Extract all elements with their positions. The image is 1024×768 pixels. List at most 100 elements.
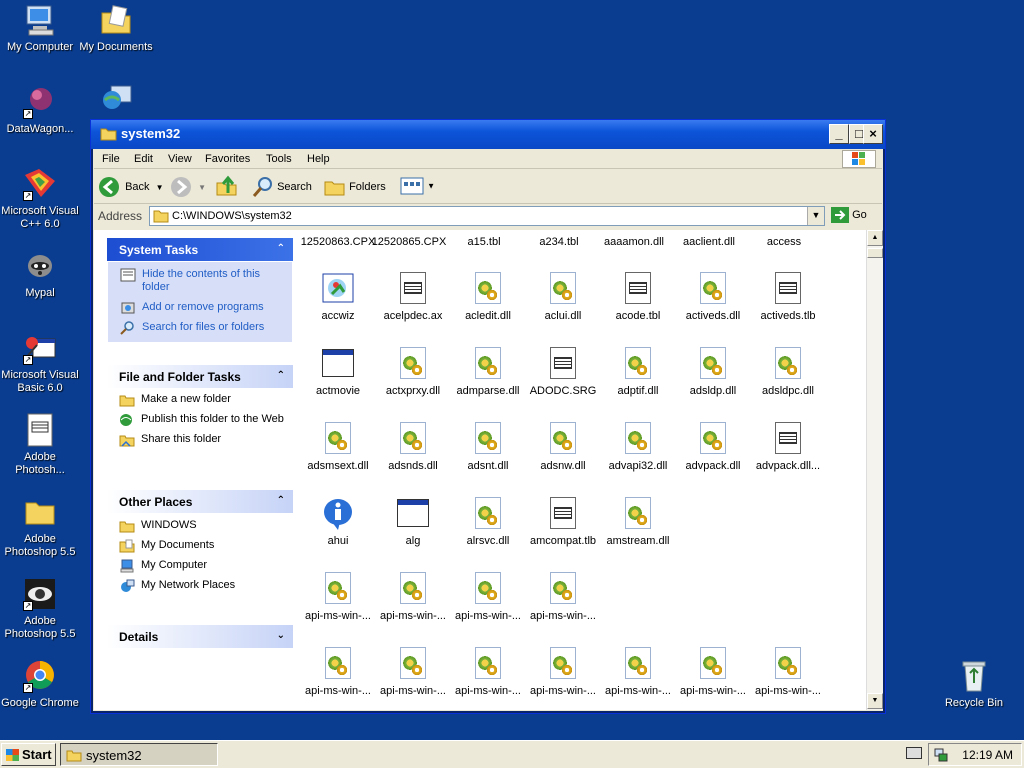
file-item[interactable]: acelpdec.ax [375, 272, 451, 322]
desktop-icon-visual-cpp[interactable]: ↗ Microsoft Visual C++ 6.0 [0, 167, 80, 231]
file-item[interactable]: 12520863.CPX [300, 236, 376, 248]
desktop-icon-photoshop[interactable]: ↗ Adobe Photoshop 5.5 [0, 577, 80, 641]
menu-help[interactable]: Help [307, 153, 330, 165]
search-button[interactable]: Search [252, 176, 312, 198]
file-item[interactable]: api-ms-win-... [300, 572, 376, 622]
place-my-documents[interactable]: My Documents [119, 539, 287, 553]
system-tasks-header[interactable]: System Tasks ⌃ [107, 238, 293, 261]
file-item[interactable]: activeds.tlb [750, 272, 826, 322]
file-item[interactable]: admparse.dll [450, 347, 526, 397]
close-button[interactable]: × [863, 124, 883, 144]
task-search-files[interactable]: Search for files or folders [120, 321, 286, 335]
file-item[interactable]: adptif.dll [600, 347, 676, 397]
scroll-thumb[interactable] [867, 248, 883, 258]
menu-favorites[interactable]: Favorites [205, 153, 250, 165]
address-input[interactable]: C:\WINDOWS\system32 ▼ [149, 206, 825, 226]
title-bar[interactable]: system32 _ □ × [91, 120, 885, 149]
collapse-icon[interactable]: ⌃ [277, 370, 285, 381]
file-item[interactable]: adsldpc.dll [750, 347, 826, 397]
go-button[interactable]: Go [831, 207, 867, 223]
file-item[interactable]: acode.tbl [600, 272, 676, 322]
start-button[interactable]: Start [1, 743, 56, 766]
place-windows[interactable]: WINDOWS [119, 519, 287, 533]
expand-icon[interactable]: ⌄ [277, 630, 285, 641]
file-item[interactable]: api-ms-win-... [375, 572, 451, 622]
clock[interactable]: 12:19 AM [962, 748, 1013, 762]
file-item[interactable]: alrsvc.dll [450, 497, 526, 547]
file-item[interactable]: amstream.dll [600, 497, 676, 547]
desktop-icon-visual-basic[interactable]: ↗ Microsoft Visual Basic 6.0 [0, 331, 80, 395]
file-item[interactable]: 12520865.CPX [371, 236, 447, 248]
file-item[interactable]: adsldp.dll [675, 347, 751, 397]
file-item[interactable]: api-ms-win-... [450, 647, 526, 697]
file-item[interactable]: a15.tbl [446, 236, 522, 248]
file-item[interactable]: aaaamon.dll [596, 236, 672, 248]
desktop-icon-my-documents[interactable]: My Documents [76, 3, 156, 54]
taskbar-app-system32[interactable]: system32 [60, 743, 218, 766]
file-item[interactable]: amcompat.tlb [525, 497, 601, 547]
file-item[interactable]: ahui [300, 497, 376, 547]
desktop-icon-mypal[interactable]: Mypal [0, 249, 80, 300]
collapse-icon[interactable]: ⌃ [277, 495, 285, 506]
file-item[interactable]: alg [375, 497, 451, 547]
task-share-folder[interactable]: Share this folder [119, 433, 287, 447]
desktop-icon-chrome[interactable]: ↗ Google Chrome [0, 659, 80, 710]
file-item[interactable]: adsnw.dll [525, 422, 601, 472]
file-item[interactable]: a234.tbl [521, 236, 597, 248]
file-item[interactable]: ADODC.SRG [525, 347, 601, 397]
task-publish-web[interactable]: Publish this folder to the Web [119, 413, 287, 426]
scroll-down-button[interactable]: ▼ [867, 693, 883, 709]
place-network[interactable]: My Network Places [119, 579, 287, 592]
forward-button[interactable]: ▼ [170, 176, 206, 198]
task-make-folder[interactable]: Make a new folder [119, 393, 287, 407]
file-item[interactable]: actxprxy.dll [375, 347, 451, 397]
file-item[interactable]: adsnt.dll [450, 422, 526, 472]
task-hide-contents[interactable]: Hide the contents of this folder [120, 268, 286, 294]
up-folder-button[interactable] [216, 175, 238, 200]
collapse-icon[interactable]: ⌃ [277, 243, 285, 254]
file-item[interactable]: activeds.dll [675, 272, 751, 322]
file-folder-tasks-header[interactable]: File and Folder Tasks ⌃ [107, 365, 293, 388]
folders-button[interactable]: Folders [324, 176, 386, 198]
file-item[interactable]: actmovie [300, 347, 376, 397]
file-item[interactable]: aaclient.dll [671, 236, 747, 248]
desktop-icon-photoshop-folder[interactable]: Adobe Photoshop 5.5 [0, 495, 80, 559]
file-item[interactable]: access [746, 236, 822, 248]
menu-view[interactable]: View [168, 153, 192, 165]
desktop-icon-network[interactable] [78, 82, 158, 120]
file-item[interactable]: api-ms-win-... [300, 647, 376, 697]
file-item[interactable]: advapi32.dll [600, 422, 676, 472]
address-dropdown-button[interactable]: ▼ [807, 207, 824, 225]
file-item[interactable]: api-ms-win-... [450, 572, 526, 622]
file-item[interactable]: adsnds.dll [375, 422, 451, 472]
vertical-scrollbar[interactable]: ▲ ▼ [866, 230, 883, 710]
file-item[interactable]: api-ms-win-... [600, 647, 676, 697]
place-my-computer[interactable]: My Computer [119, 559, 287, 573]
menu-file[interactable]: File [102, 153, 120, 165]
desktop-icon-my-computer[interactable]: My Computer [0, 3, 80, 54]
file-item[interactable]: aclui.dll [525, 272, 601, 322]
file-item[interactable]: api-ms-win-... [525, 647, 601, 697]
file-item[interactable]: api-ms-win-... [675, 647, 751, 697]
menu-edit[interactable]: Edit [134, 153, 153, 165]
desktop-icon-datawagon[interactable]: ↗ DataWagon... [0, 85, 80, 136]
file-item[interactable]: accwiz [300, 272, 376, 322]
file-item[interactable]: advpack.dll [675, 422, 751, 472]
views-button[interactable]: ▼ [400, 176, 435, 196]
desktop-icon-photoshop-file[interactable]: Adobe Photosh... [0, 413, 80, 477]
task-add-remove-programs[interactable]: Add or remove programs [120, 301, 286, 314]
file-item[interactable]: advpack.dll... [750, 422, 826, 472]
other-places-header[interactable]: Other Places ⌃ [107, 490, 293, 513]
menu-tools[interactable]: Tools [266, 153, 292, 165]
file-item[interactable]: api-ms-win-... [750, 647, 826, 697]
details-header[interactable]: Details ⌄ [107, 625, 293, 648]
desktop-icon-recycle-bin[interactable]: Recycle Bin [934, 659, 1014, 710]
file-item[interactable]: acledit.dll [450, 272, 526, 322]
file-item[interactable]: adsmsext.dll [300, 422, 376, 472]
minimize-button[interactable]: _ [829, 124, 849, 144]
file-item[interactable]: api-ms-win-... [375, 647, 451, 697]
scroll-up-button[interactable]: ▲ [867, 230, 883, 246]
file-item[interactable]: api-ms-win-... [525, 572, 601, 622]
back-button[interactable]: Back ▼ [98, 176, 164, 198]
keyboard-icon[interactable] [906, 747, 922, 759]
